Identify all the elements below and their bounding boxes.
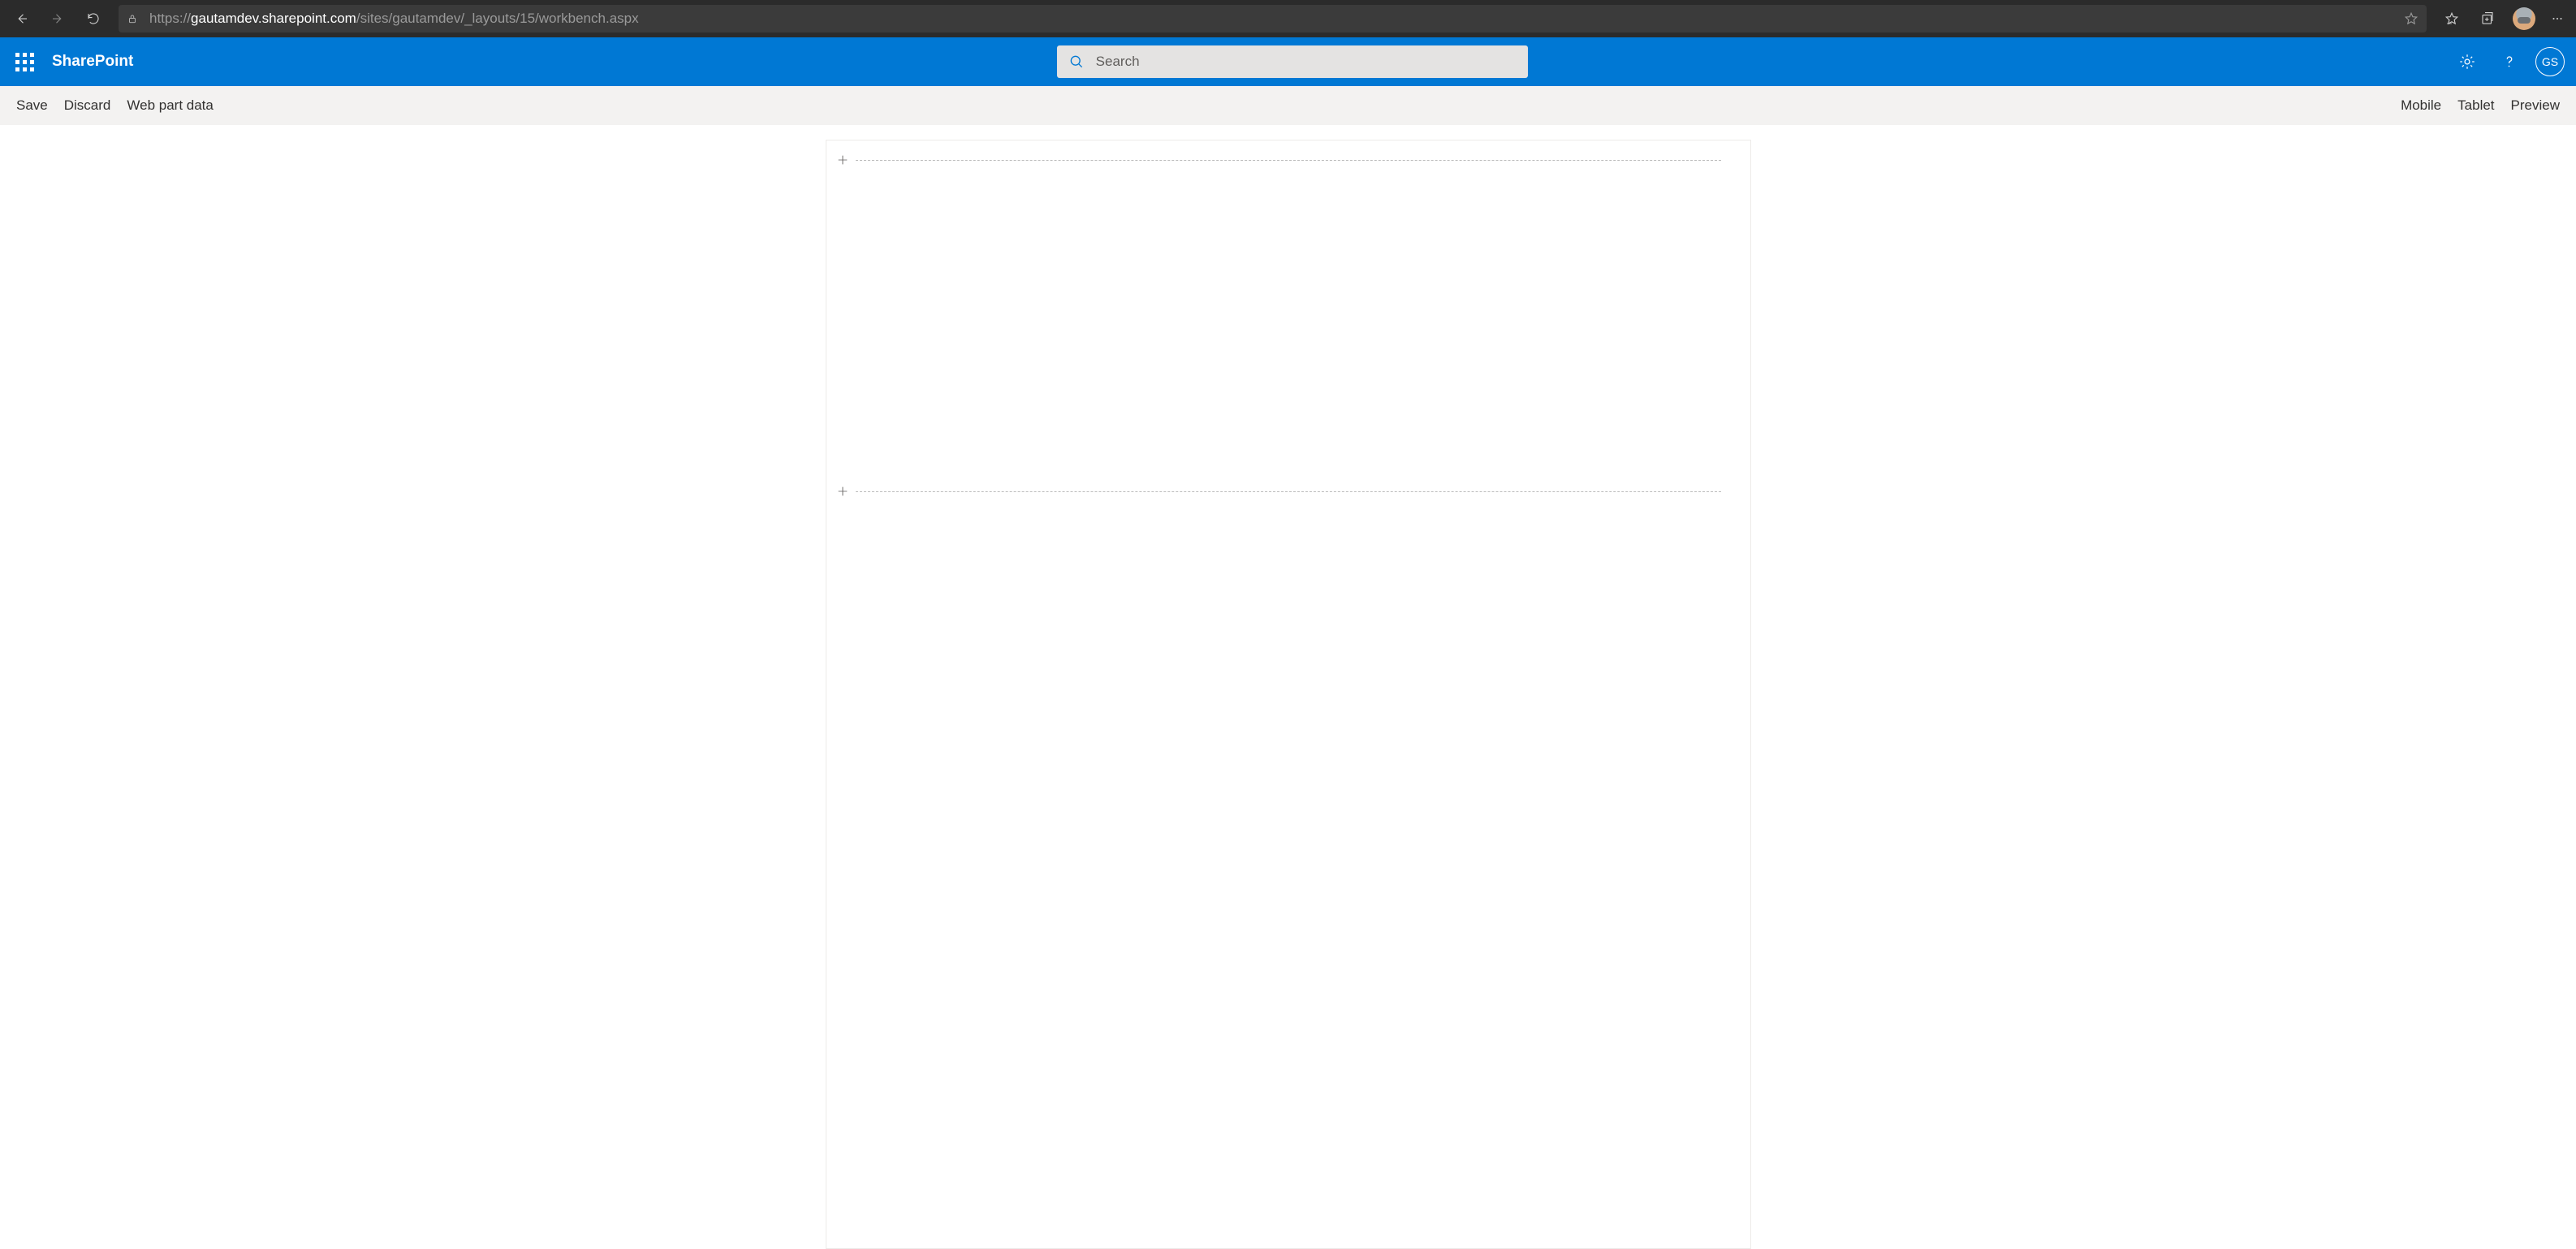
save-button[interactable]: Save [16,97,48,114]
suite-bar: SharePoint Search GS [0,37,2576,86]
section-divider [856,483,1721,499]
favorite-star-icon[interactable] [2404,11,2419,26]
webpartdata-button[interactable]: Web part data [127,97,213,114]
search-placeholder: Search [1096,54,1140,70]
gear-icon [2458,53,2476,71]
browser-profile-avatar[interactable] [2513,7,2535,30]
canvas-page [826,140,1751,1249]
browser-toolbar: https://gautamdev.sharepoint.com/sites/g… [0,0,2576,37]
forward-button[interactable] [41,3,75,34]
workbench-canvas-area [0,125,2576,1249]
brand-title[interactable]: SharePoint [52,53,133,71]
plus-icon [836,485,849,498]
app-launcher-button[interactable] [0,37,49,86]
more-menu-icon[interactable] [2544,3,2571,34]
waffle-icon [15,53,34,71]
add-section-button[interactable] [833,150,852,170]
search-input[interactable]: Search [1057,45,1528,78]
collections-icon[interactable] [2470,3,2505,34]
address-bar[interactable]: https://gautamdev.sharepoint.com/sites/g… [119,5,2427,32]
tablet-view-button[interactable]: Tablet [2457,97,2494,114]
settings-button[interactable] [2451,45,2483,78]
mobile-view-button[interactable]: Mobile [2401,97,2441,114]
discard-button[interactable]: Discard [64,97,111,114]
add-section-button[interactable] [833,482,852,501]
section-divider [856,152,1721,168]
url-text: https://gautamdev.sharepoint.com/sites/g… [149,11,639,27]
user-persona[interactable]: GS [2535,47,2565,76]
search-icon [1068,54,1085,70]
canvas-section[interactable] [856,171,1721,480]
command-bar: Save Discard Web part data Mobile Tablet… [0,86,2576,125]
lock-icon [127,12,138,25]
preview-button[interactable]: Preview [2511,97,2560,114]
help-icon [2500,53,2518,71]
plus-icon [836,153,849,166]
favorites-list-icon[interactable] [2435,3,2469,34]
help-button[interactable] [2493,45,2526,78]
persona-initials: GS [2542,55,2558,68]
refresh-button[interactable] [76,3,110,34]
back-button[interactable] [5,3,39,34]
